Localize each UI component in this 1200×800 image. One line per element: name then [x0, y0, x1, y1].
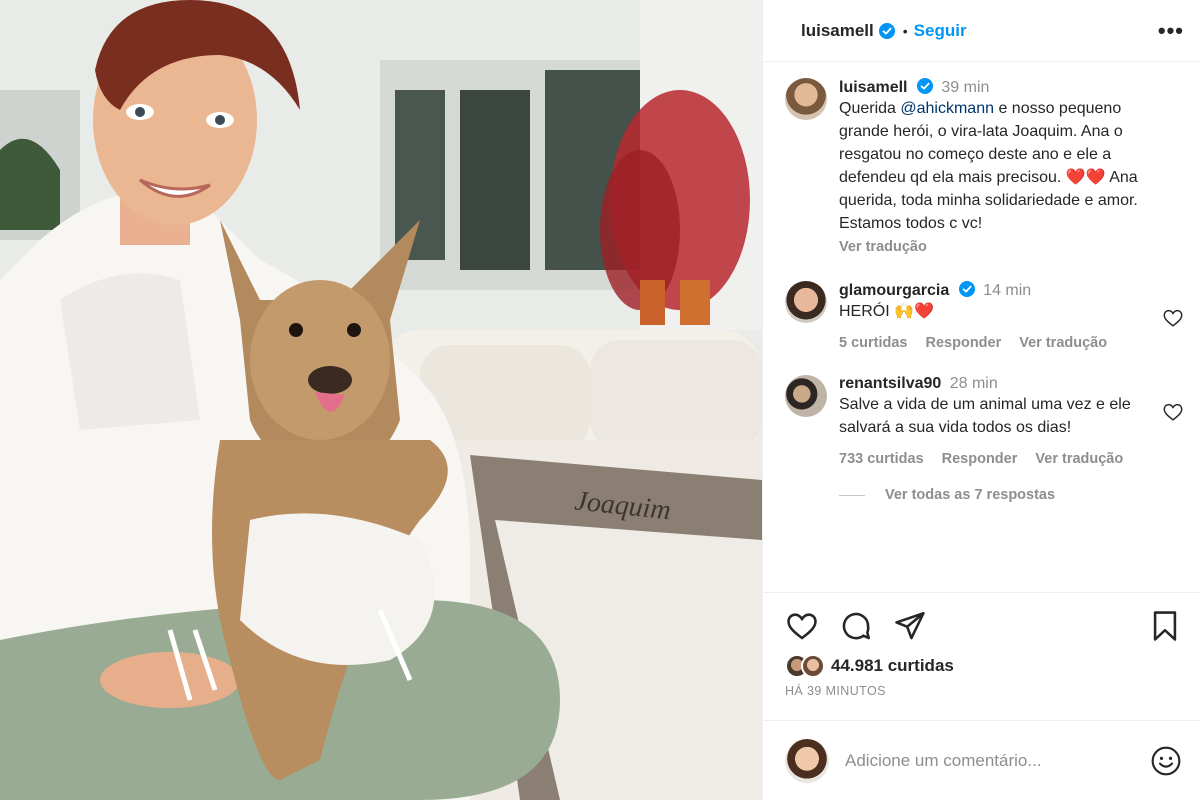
comment-likes[interactable]: 5 curtidas [839, 335, 908, 351]
caption-time: 39 min [941, 79, 990, 96]
post-header: luisamell • Seguir ••• [763, 0, 1200, 62]
avatar [801, 654, 825, 678]
caption-row: luisamell 39 min Querida @ahickmann e no… [785, 78, 1184, 255]
translate-link[interactable]: Ver tradução [839, 239, 1160, 255]
comment-text: HERÓI 🙌❤️ [839, 303, 934, 320]
mention-link[interactable]: @ahickmann [900, 100, 994, 117]
translate-link[interactable]: Ver tradução [1019, 335, 1107, 351]
comment-time: 14 min [983, 282, 1032, 299]
add-comment-bar [785, 736, 1182, 786]
heart-icon[interactable] [785, 609, 819, 643]
photo-illustration: Joaquim [0, 0, 762, 800]
comments-list[interactable]: luisamell 39 min Querida @ahickmann e no… [763, 62, 1200, 592]
comment-username[interactable]: glamourgarcia [839, 282, 949, 299]
emoji-icon[interactable] [1150, 745, 1182, 777]
avatar[interactable] [785, 375, 827, 417]
likes-count[interactable]: 44.981 curtidas [831, 656, 954, 676]
follow-button[interactable]: Seguir [914, 21, 967, 41]
comment-meta: 5 curtidas Responder Ver tradução [839, 335, 1160, 351]
translate-link[interactable]: Ver tradução [1035, 451, 1123, 467]
likes-summary[interactable]: 44.981 curtidas [785, 654, 954, 678]
caption-username[interactable]: luisamell [839, 79, 907, 96]
comment-username[interactable]: renantsilva90 [839, 375, 941, 392]
comment-input[interactable] [845, 751, 1150, 771]
share-icon[interactable] [893, 609, 927, 643]
verified-icon [958, 281, 975, 297]
divider [763, 592, 1200, 593]
bookmark-icon[interactable] [1148, 609, 1182, 643]
caption-text-end: e nosso pequeno grande herói, o vira-lat… [839, 100, 1138, 232]
comment-icon[interactable] [839, 609, 873, 643]
avatar[interactable] [785, 78, 827, 120]
comment-row: glamourgarcia 14 min HERÓI 🙌❤️ 5 curtida… [785, 281, 1184, 351]
heart-icon[interactable] [1162, 307, 1184, 329]
verified-icon [916, 78, 933, 94]
divider [763, 720, 1200, 721]
view-replies-label: Ver todas as 7 respostas [885, 487, 1056, 503]
heart-icon[interactable] [1162, 401, 1184, 423]
reply-button[interactable]: Responder [942, 451, 1018, 467]
reply-button[interactable]: Responder [926, 335, 1002, 351]
action-bar [785, 608, 1182, 644]
replies-line [839, 494, 865, 496]
comment-row: renantsilva90 28 min Salve a vida de um … [785, 375, 1184, 467]
comment-time: 28 min [949, 375, 998, 392]
verified-icon [878, 22, 895, 39]
dot-separator: • [902, 22, 908, 39]
comment-text: Salve a vida de um animal uma vez e ele … [839, 396, 1131, 436]
post-panel: luisamell • Seguir ••• luisamell 39 min [762, 0, 1200, 800]
avatar [785, 739, 829, 783]
avatar[interactable] [785, 281, 827, 323]
more-icon[interactable]: ••• [1158, 18, 1184, 44]
comment-meta: 733 curtidas Responder Ver tradução [839, 451, 1160, 467]
post-photo[interactable]: Joaquim [0, 0, 762, 800]
comment-likes[interactable]: 733 curtidas [839, 451, 924, 467]
caption-text-start: Querida [839, 100, 901, 117]
header-username[interactable]: luisamell [801, 21, 874, 41]
caption-text: Querida @ahickmann e nosso pequeno grand… [839, 97, 1160, 235]
post-timestamp: HÁ 39 MINUTOS [785, 684, 886, 698]
view-replies-button[interactable]: Ver todas as 7 respostas [839, 487, 1184, 503]
